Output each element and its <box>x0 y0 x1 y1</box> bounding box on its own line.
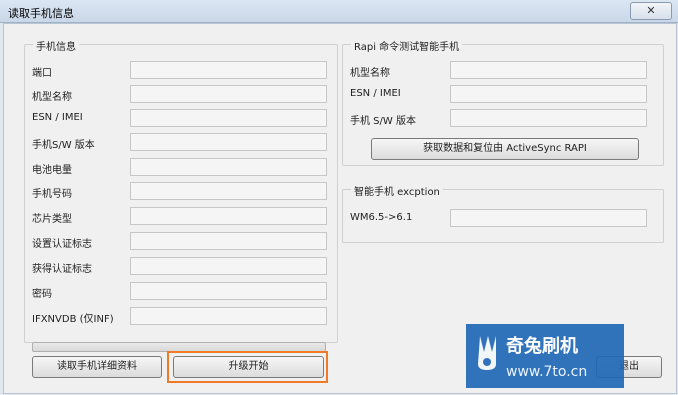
label-port: 端口 <box>32 68 52 79</box>
exception-label-wm: WM6.5->6.1 <box>350 212 413 223</box>
field-esn[interactable] <box>130 109 327 127</box>
phone-info-group-title: 手机信息 <box>33 38 79 53</box>
rapi-field-model[interactable] <box>450 61 647 79</box>
get-data-reset-button[interactable]: 获取数据和复位由 ActiveSync RAPI <box>371 138 639 160</box>
rapi-label-esn: ESN / IMEI <box>350 88 401 99</box>
label-model: 机型名称 <box>32 92 72 103</box>
watermark-title: 奇兔刷机 <box>506 336 578 357</box>
field-set-auth[interactable] <box>130 232 327 250</box>
read-details-button[interactable]: 读取手机详细资料 <box>32 356 162 378</box>
label-sw: 手机S/W 版本 <box>32 140 95 151</box>
label-ifxnvdb: IFXNVDB (仅INF) <box>32 314 114 325</box>
field-ifxnvdb[interactable] <box>130 307 327 325</box>
label-battery: 电池电量 <box>32 165 72 176</box>
rapi-label-model: 机型名称 <box>350 68 390 79</box>
exception-group-title: 智能手机 excption <box>351 183 443 198</box>
label-get-auth: 获得认证标志 <box>32 264 92 275</box>
field-chip[interactable] <box>130 207 327 225</box>
field-port[interactable] <box>130 61 327 79</box>
field-password[interactable] <box>130 282 327 300</box>
field-sw[interactable] <box>130 133 327 151</box>
watermark-url: www.7to.cn <box>506 364 588 380</box>
rapi-field-esn[interactable] <box>450 85 647 103</box>
rabbit-logo-icon <box>478 336 496 370</box>
label-password: 密码 <box>32 289 52 300</box>
label-phone-number: 手机号码 <box>32 189 72 200</box>
field-model[interactable] <box>130 85 327 103</box>
window-title: 读取手机信息 <box>8 7 74 20</box>
title-bar: 读取手机信息 ✕ <box>0 0 678 23</box>
field-phone-number[interactable] <box>130 182 327 200</box>
label-esn: ESN / IMEI <box>32 112 83 123</box>
field-battery[interactable] <box>130 158 327 176</box>
label-set-auth: 设置认证标志 <box>32 239 92 250</box>
rapi-field-sw[interactable] <box>450 109 647 127</box>
field-get-auth[interactable] <box>130 257 327 275</box>
close-button[interactable]: ✕ <box>630 2 672 20</box>
close-icon: ✕ <box>646 4 656 17</box>
watermark: 奇兔刷机 www.7to.cn <box>466 324 624 388</box>
label-chip: 芯片类型 <box>32 214 72 225</box>
exception-field-wm[interactable] <box>450 209 647 227</box>
start-upgrade-button[interactable]: 升级开始 <box>173 356 324 378</box>
rapi-group-title: Rapi 命令测试智能手机 <box>351 38 463 53</box>
rapi-label-sw: 手机 S/W 版本 <box>350 116 416 127</box>
